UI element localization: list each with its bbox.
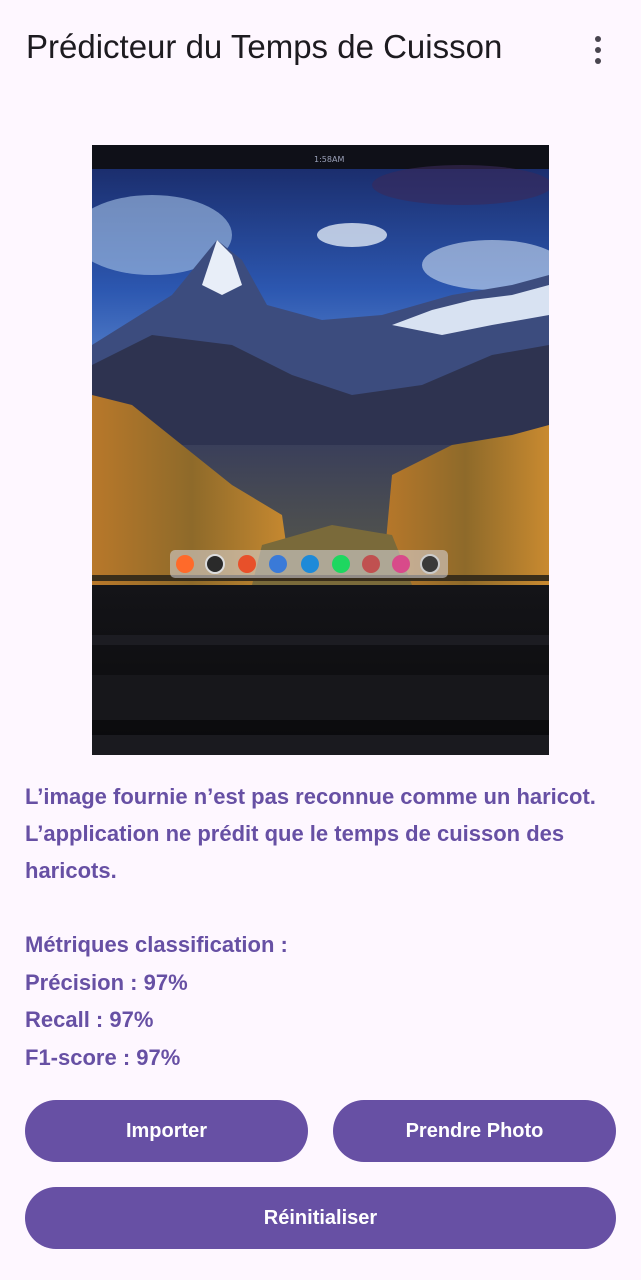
dot (595, 36, 601, 42)
result-message: L’image fournie n’est pas reconnue comme… (25, 784, 596, 883)
metric-f1: F1-score : 97% (25, 1044, 181, 1070)
dot (595, 58, 601, 64)
take-photo-button[interactable]: Prendre Photo (333, 1100, 616, 1162)
top-app-bar: Prédicteur du Temps de Cuisson (0, 0, 641, 100)
app-title: Prédicteur du Temps de Cuisson (26, 28, 503, 65)
metric-precision: Précision : 97% (25, 969, 188, 995)
import-button[interactable]: Importer (25, 1100, 308, 1162)
selected-image: 1:58AM (92, 145, 549, 755)
laptop-screen-photo: 1:58AM (92, 145, 549, 755)
more-vert-icon[interactable] (580, 30, 616, 70)
reset-button[interactable]: Réinitialiser (25, 1187, 616, 1249)
metrics-block: Métriques classification : Précision : 9… (25, 926, 625, 1076)
dot (595, 47, 601, 53)
status-time: 1:58AM (314, 155, 344, 164)
metric-recall: Recall : 97% (25, 1007, 154, 1032)
metrics-title: Métriques classification : (25, 932, 288, 957)
